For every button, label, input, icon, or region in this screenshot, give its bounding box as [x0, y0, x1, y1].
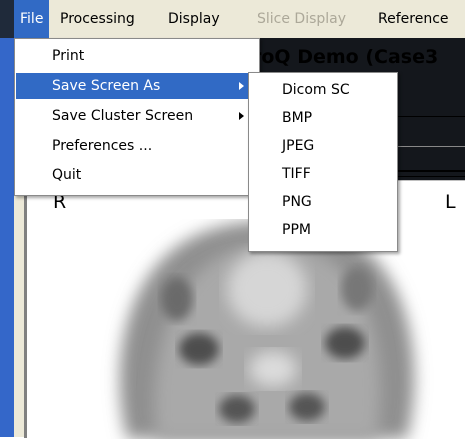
- save-screen-as-submenu: Dicom SC BMP JPEG TIFF PNG PPM: [248, 72, 398, 252]
- menu-item-quit[interactable]: Quit: [16, 162, 258, 188]
- submenu-item-jpeg[interactable]: JPEG: [250, 133, 396, 160]
- divider: [398, 170, 465, 177]
- submenu-arrow-icon: [239, 112, 244, 120]
- menu-item-label: Print: [52, 48, 85, 64]
- submenu-item-tiff[interactable]: TIFF: [250, 161, 396, 188]
- divider: [398, 146, 465, 147]
- menu-item-label: Quit: [52, 167, 82, 183]
- orientation-label-left: L: [445, 191, 456, 213]
- menu-item-label: Save Screen As: [52, 78, 161, 94]
- window-border-blue: [0, 38, 14, 437]
- submenu-item-ppm[interactable]: PPM: [250, 217, 396, 244]
- brain-scan-image: [119, 220, 415, 439]
- menu-display[interactable]: Display: [168, 0, 220, 38]
- window-frame-left: [0, 0, 14, 437]
- document-title: roQ Demo (Case3: [252, 46, 439, 68]
- menu-item-label: Preferences ...: [52, 138, 153, 154]
- menubar: File Processing Display Slice Display Re…: [14, 0, 465, 39]
- menu-item-label: Save Cluster Screen: [52, 108, 194, 124]
- file-menu-dropdown: Print Save Screen As Save Cluster Screen…: [14, 38, 260, 196]
- menu-slice-display: Slice Display: [257, 11, 347, 27]
- image-viewport[interactable]: R L: [24, 180, 465, 439]
- menu-item-print[interactable]: Print: [16, 43, 258, 69]
- menu-item-save-cluster-screen[interactable]: Save Cluster Screen: [16, 103, 258, 129]
- menu-item-save-screen-as[interactable]: Save Screen As: [16, 73, 258, 99]
- submenu-item-bmp[interactable]: BMP: [250, 105, 396, 132]
- menu-item-preferences[interactable]: Preferences ...: [16, 133, 258, 159]
- menu-file[interactable]: File: [14, 0, 50, 38]
- submenu-item-png[interactable]: PNG: [250, 189, 396, 216]
- divider: [398, 116, 465, 117]
- menu-reference[interactable]: Reference: [378, 0, 449, 38]
- submenu-item-dicom-sc[interactable]: Dicom SC: [250, 77, 396, 104]
- submenu-arrow-icon: [239, 82, 244, 90]
- menu-processing[interactable]: Processing: [60, 0, 135, 38]
